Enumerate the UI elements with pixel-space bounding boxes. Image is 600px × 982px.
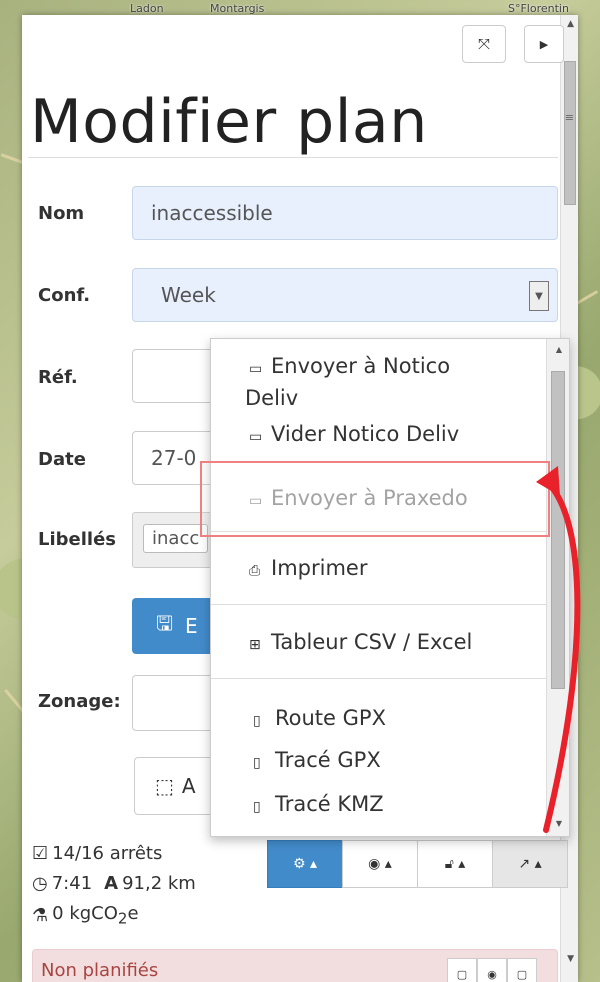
menu-item-csv-excel[interactable]: ⊞ Tableur CSV / Excel: [249, 627, 472, 660]
mobile-phone-icon: ▯: [253, 799, 261, 815]
date-value: 27-0: [151, 446, 197, 470]
unplanned-eye-icon[interactable]: ◉: [477, 958, 507, 982]
flask-icon: ⚗: [32, 904, 49, 926]
expand-icon: ⤧: [477, 35, 490, 53]
menu-item-route-gpx[interactable]: ▯ Route GPX: [253, 703, 386, 736]
menu-item-clear-notico[interactable]: ▭ Vider Notico Deliv: [249, 419, 459, 452]
distance-value: 91,2 km: [122, 873, 196, 894]
map-label-st-florentin: S°Florentin: [508, 2, 569, 15]
panel-scroll-thumb[interactable]: [564, 61, 576, 205]
export-dropdown-button[interactable]: ↗ ▴: [492, 840, 568, 888]
lock-dropdown-button[interactable]: 🔓︎ ▴: [417, 840, 493, 888]
road-icon: A: [104, 873, 119, 894]
unplanned-title: Non planifiés: [41, 960, 159, 981]
zonages-label: Zonage:: [38, 691, 121, 712]
scroll-up-arrow-icon[interactable]: ▲: [567, 19, 574, 29]
menu-scroll-up-icon[interactable]: ▲: [556, 345, 562, 354]
co2-stat: ⚗ 0 kgCO2e: [32, 903, 139, 928]
title-divider: [28, 157, 558, 158]
fullscreen-button[interactable]: ⤧: [462, 25, 506, 63]
select-dropdown-icon[interactable]: ▼: [529, 281, 549, 311]
eye-icon: ◉ ▴: [368, 856, 392, 872]
conf-label: Conf.: [38, 285, 91, 306]
duration-distance-stat: ◷ 7:41 A 91,2 km: [32, 873, 196, 894]
map-label-montargis: Montargis: [210, 2, 265, 15]
annotation-highlight-box: [200, 461, 550, 537]
export-dropdown-menu: ▲ ▼ ▭ Envoyer à Notico Deliv ▭ Vider Notic…: [210, 338, 570, 837]
date-label: Date: [38, 449, 86, 470]
clock-icon: ◷: [32, 873, 48, 894]
printer-icon: ⎙: [249, 563, 261, 579]
menu-scroll-thumb[interactable]: [551, 371, 565, 689]
cogs-icon: ⚙ ▴: [292, 856, 318, 872]
conf-value: Week: [161, 283, 216, 307]
unplanned-action-icon[interactable]: ▢: [447, 958, 477, 982]
stops-stat: ☑ 14/16 arrêts: [32, 843, 162, 864]
menu-item-trace-gpx[interactable]: ▯ Tracé GPX: [253, 745, 381, 778]
menu-item-print[interactable]: ⎙ Imprimer: [249, 553, 367, 586]
libelle-tag[interactable]: inacc: [143, 524, 209, 553]
mobile-icon: ▭: [249, 361, 263, 377]
unlock-icon: 🔓︎ ▴: [444, 856, 466, 872]
checkbox-checked-icon: ☑: [32, 843, 49, 864]
duration-value: 7:41: [51, 873, 93, 894]
view-dropdown-button[interactable]: ◉ ▴: [342, 840, 418, 888]
menu-item-trace-kmz[interactable]: ▯ Tracé KMZ: [253, 789, 384, 822]
table-icon: ⊞: [249, 637, 261, 653]
collapse-panel-button[interactable]: ▶: [524, 25, 564, 63]
map-label-ladon: Ladon: [130, 2, 164, 15]
mobile-phone-icon: ▯: [253, 713, 261, 729]
unplanned-lock-icon[interactable]: ▢: [507, 958, 537, 982]
stops-count: 14/16 arrêts: [52, 843, 163, 864]
area-button-label: A: [181, 774, 196, 798]
page-title: Modifier plan: [30, 87, 428, 157]
menu-item-send-notico-line2[interactable]: Deliv: [245, 383, 298, 413]
share-icon: ↗ ▴: [518, 856, 542, 872]
menu-scroll-down-icon[interactable]: ▼: [556, 819, 562, 828]
menu-divider: [211, 678, 547, 679]
libelles-label: Libellés: [38, 529, 116, 550]
unplanned-section: Non planifiés ▢ ◉ ▢: [32, 949, 558, 982]
save-button-label: E: [185, 614, 198, 638]
caret-right-icon: ▶: [539, 37, 549, 51]
plan-actions-group: ⚙ ▴ ◉ ▴ 🔓︎ ▴ ↗ ▴: [267, 840, 568, 888]
floppy-disk-icon: 🖫: [156, 611, 174, 635]
nom-value: inaccessible: [151, 201, 273, 225]
menu-item-send-notico[interactable]: ▭ Envoyer à Notico: [249, 351, 450, 384]
settings-dropdown-button[interactable]: ⚙ ▴: [267, 840, 343, 888]
mobile-icon: ▭: [249, 429, 263, 445]
nom-input[interactable]: inaccessible: [132, 186, 558, 240]
scroll-grip-icon: ≡: [564, 111, 574, 124]
nom-label: Nom: [38, 203, 85, 224]
scroll-down-arrow-icon[interactable]: ▼: [567, 954, 574, 964]
menu-divider: [211, 604, 547, 605]
menu-scrollbar[interactable]: ▲ ▼: [546, 339, 569, 836]
conf-select[interactable]: Week ▼: [132, 268, 558, 322]
ref-label: Réf.: [38, 367, 78, 388]
area-select-icon: ⬚: [155, 774, 174, 798]
mobile-phone-icon: ▯: [253, 755, 261, 771]
co2-value: 0 kgCO2e: [52, 903, 139, 928]
